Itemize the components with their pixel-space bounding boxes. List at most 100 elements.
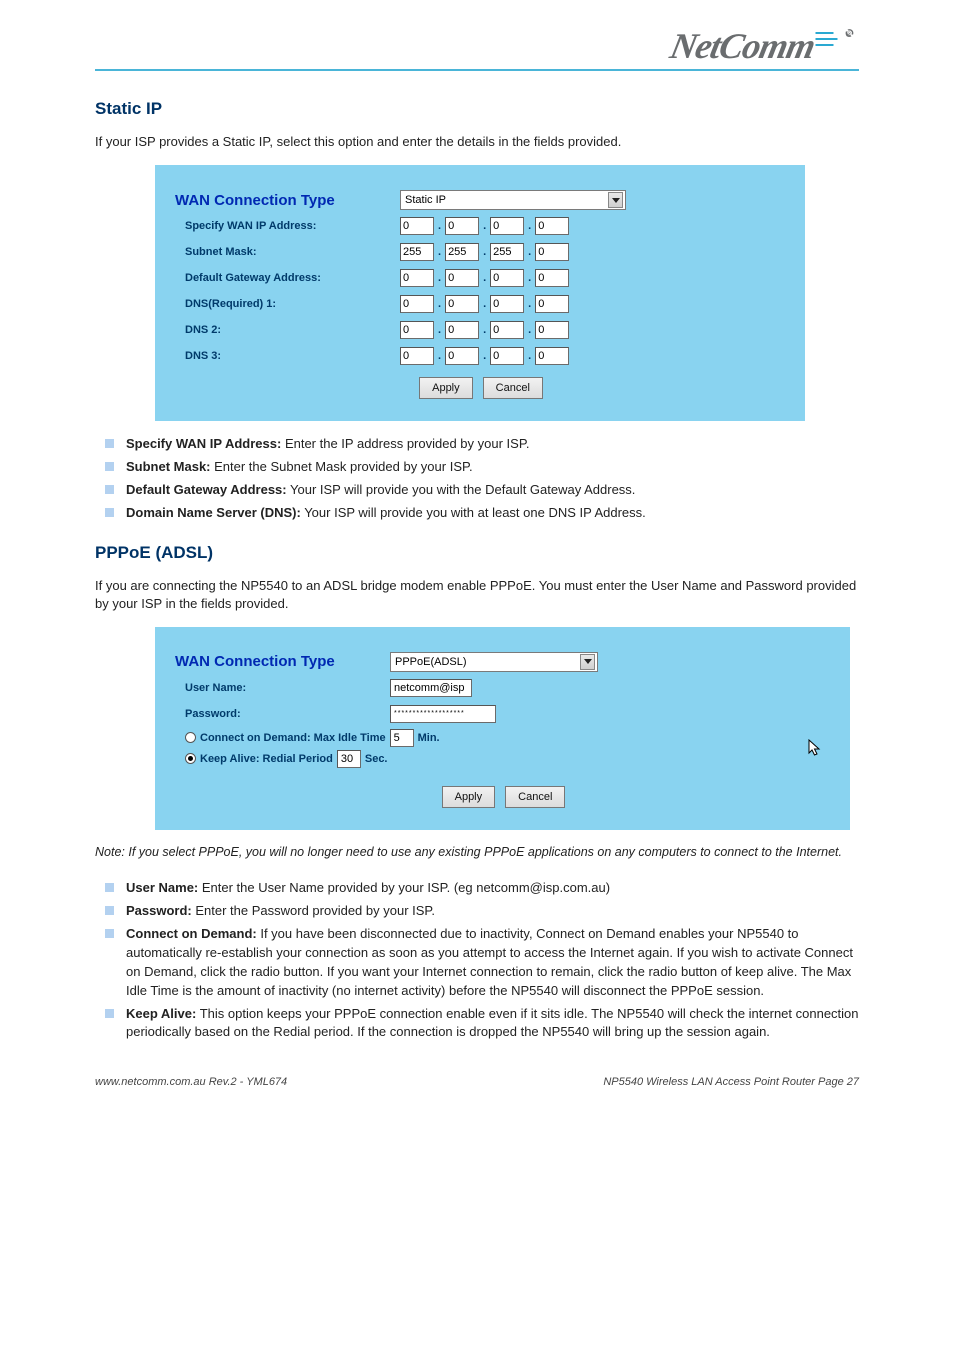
username-input[interactable] (390, 679, 472, 697)
footer-right: NP5540 Wireless LAN Access Point Router … (603, 1076, 859, 1088)
ip-dot: . (437, 350, 442, 362)
bullet-square-icon (105, 906, 114, 915)
ip-row-inputs: ... (400, 243, 787, 261)
ip-dot: . (527, 246, 532, 258)
bullet-text: Domain Name Server (DNS): Your ISP will … (126, 504, 859, 523)
apply-button-pppoe[interactable]: Apply (442, 786, 496, 808)
cancel-button-pppoe[interactable]: Cancel (505, 786, 565, 808)
ip-octet-input[interactable] (490, 347, 524, 365)
bullet-square-icon (105, 1009, 114, 1018)
ip-octet-input[interactable] (400, 217, 434, 235)
ip-dot: . (482, 350, 487, 362)
connect-on-demand-radio[interactable] (185, 732, 196, 743)
ip-row-inputs: ... (400, 347, 787, 365)
ip-octet-input[interactable] (400, 347, 434, 365)
password-input[interactable] (390, 705, 496, 723)
cancel-button[interactable]: Cancel (483, 377, 543, 399)
ip-octet-input[interactable] (490, 217, 524, 235)
cursor-icon (808, 739, 822, 762)
bullet-square-icon (105, 883, 114, 892)
ip-row-label: DNS 3: (175, 350, 400, 362)
ip-octet-input[interactable] (535, 321, 569, 339)
ip-row-inputs: ... (400, 217, 787, 235)
bullet-text: Keep Alive: This option keeps your PPPoE… (126, 1005, 859, 1043)
ip-octet-input[interactable] (490, 321, 524, 339)
bullet-square-icon (105, 929, 114, 938)
ip-octet-input[interactable] (535, 217, 569, 235)
dropdown-arrow-icon (580, 654, 595, 670)
ip-row: DNS(Required) 1:... (175, 293, 787, 315)
ip-dot: . (527, 350, 532, 362)
max-idle-time-input[interactable] (390, 729, 414, 747)
section-heading-pppoe: PPPoE (ADSL) (95, 543, 859, 563)
ip-dot: . (482, 298, 487, 310)
header-divider (95, 69, 859, 71)
ip-octet-input[interactable] (535, 295, 569, 313)
ip-dot: . (527, 272, 532, 284)
ip-dot: . (482, 220, 487, 232)
ip-octet-input[interactable] (445, 269, 479, 287)
bullet-square-icon (105, 439, 114, 448)
ip-dot: . (482, 324, 487, 336)
brand-logo: NetComm ® (667, 25, 864, 67)
screenshot-panel-static-ip: WAN Connection Type Static IP Specify WA… (155, 165, 805, 421)
ip-octet-input[interactable] (400, 295, 434, 313)
ip-row-inputs: ... (400, 269, 787, 287)
ip-octet-input[interactable] (445, 321, 479, 339)
ip-octet-input[interactable] (445, 217, 479, 235)
pppoe-note: Note: If you select PPPoE, you will no l… (95, 844, 859, 862)
bullet-item: Keep Alive: This option keeps your PPPoE… (105, 1005, 859, 1043)
ip-octet-input[interactable] (445, 295, 479, 313)
ip-octet-input[interactable] (490, 269, 524, 287)
bullet-text: User Name: Enter the User Name provided … (126, 879, 859, 898)
bullet-square-icon (105, 462, 114, 471)
ip-octet-input[interactable] (535, 269, 569, 287)
bullet-text: Specify WAN IP Address: Enter the IP add… (126, 435, 859, 454)
ip-dot: . (437, 298, 442, 310)
ip-row: DNS 3:... (175, 345, 787, 367)
redial-period-unit: Sec. (365, 753, 388, 765)
ip-octet-input[interactable] (535, 347, 569, 365)
page-footer: www.netcomm.com.au Rev.2 - YML674 NP5540… (95, 1076, 859, 1088)
ip-row-inputs: ... (400, 321, 787, 339)
wan-type-select[interactable]: Static IP (400, 190, 626, 210)
apply-button[interactable]: Apply (419, 377, 473, 399)
ip-row: Specify WAN IP Address:... (175, 215, 787, 237)
max-idle-time-unit: Min. (418, 732, 440, 744)
bullet-item: Specify WAN IP Address: Enter the IP add… (105, 435, 859, 454)
section-heading-static-ip: Static IP (95, 99, 859, 119)
ip-row-inputs: ... (400, 295, 787, 313)
brand-logo-accent: ® (815, 27, 855, 51)
ip-dot: . (527, 324, 532, 336)
bullet-square-icon (105, 485, 114, 494)
ip-octet-input[interactable] (490, 295, 524, 313)
ip-row: Subnet Mask:... (175, 241, 787, 263)
bullet-square-icon (105, 508, 114, 517)
bullet-list-pppoe: User Name: Enter the User Name provided … (105, 879, 859, 1042)
ip-octet-input[interactable] (445, 347, 479, 365)
keep-alive-radio[interactable] (185, 753, 196, 764)
ip-octet-input[interactable] (400, 321, 434, 339)
ip-dot: . (527, 220, 532, 232)
ip-dot: . (482, 272, 487, 284)
ip-row-label: Default Gateway Address: (175, 272, 400, 284)
ip-octet-input[interactable] (490, 243, 524, 261)
password-label: Password: (175, 708, 390, 720)
dropdown-arrow-icon (608, 192, 623, 208)
footer-left: www.netcomm.com.au Rev.2 - YML674 (95, 1076, 287, 1088)
redial-period-input[interactable] (337, 750, 361, 768)
section-intro-static-ip: If your ISP provides a Static IP, select… (95, 133, 859, 151)
ip-dot: . (437, 324, 442, 336)
wan-type-select-pppoe-value: PPPoE(ADSL) (395, 656, 467, 668)
ip-octet-input[interactable] (400, 269, 434, 287)
wan-type-select-pppoe[interactable]: PPPoE(ADSL) (390, 652, 598, 672)
ip-dot: . (482, 246, 487, 258)
ip-octet-input[interactable] (445, 243, 479, 261)
panel2-title: WAN Connection Type (175, 653, 390, 670)
ip-octet-input[interactable] (400, 243, 434, 261)
ip-dot: . (527, 298, 532, 310)
ip-row-label: Specify WAN IP Address: (175, 220, 400, 232)
bullet-text: Default Gateway Address: Your ISP will p… (126, 481, 859, 500)
ip-row-label: DNS(Required) 1: (175, 298, 400, 310)
ip-octet-input[interactable] (535, 243, 569, 261)
